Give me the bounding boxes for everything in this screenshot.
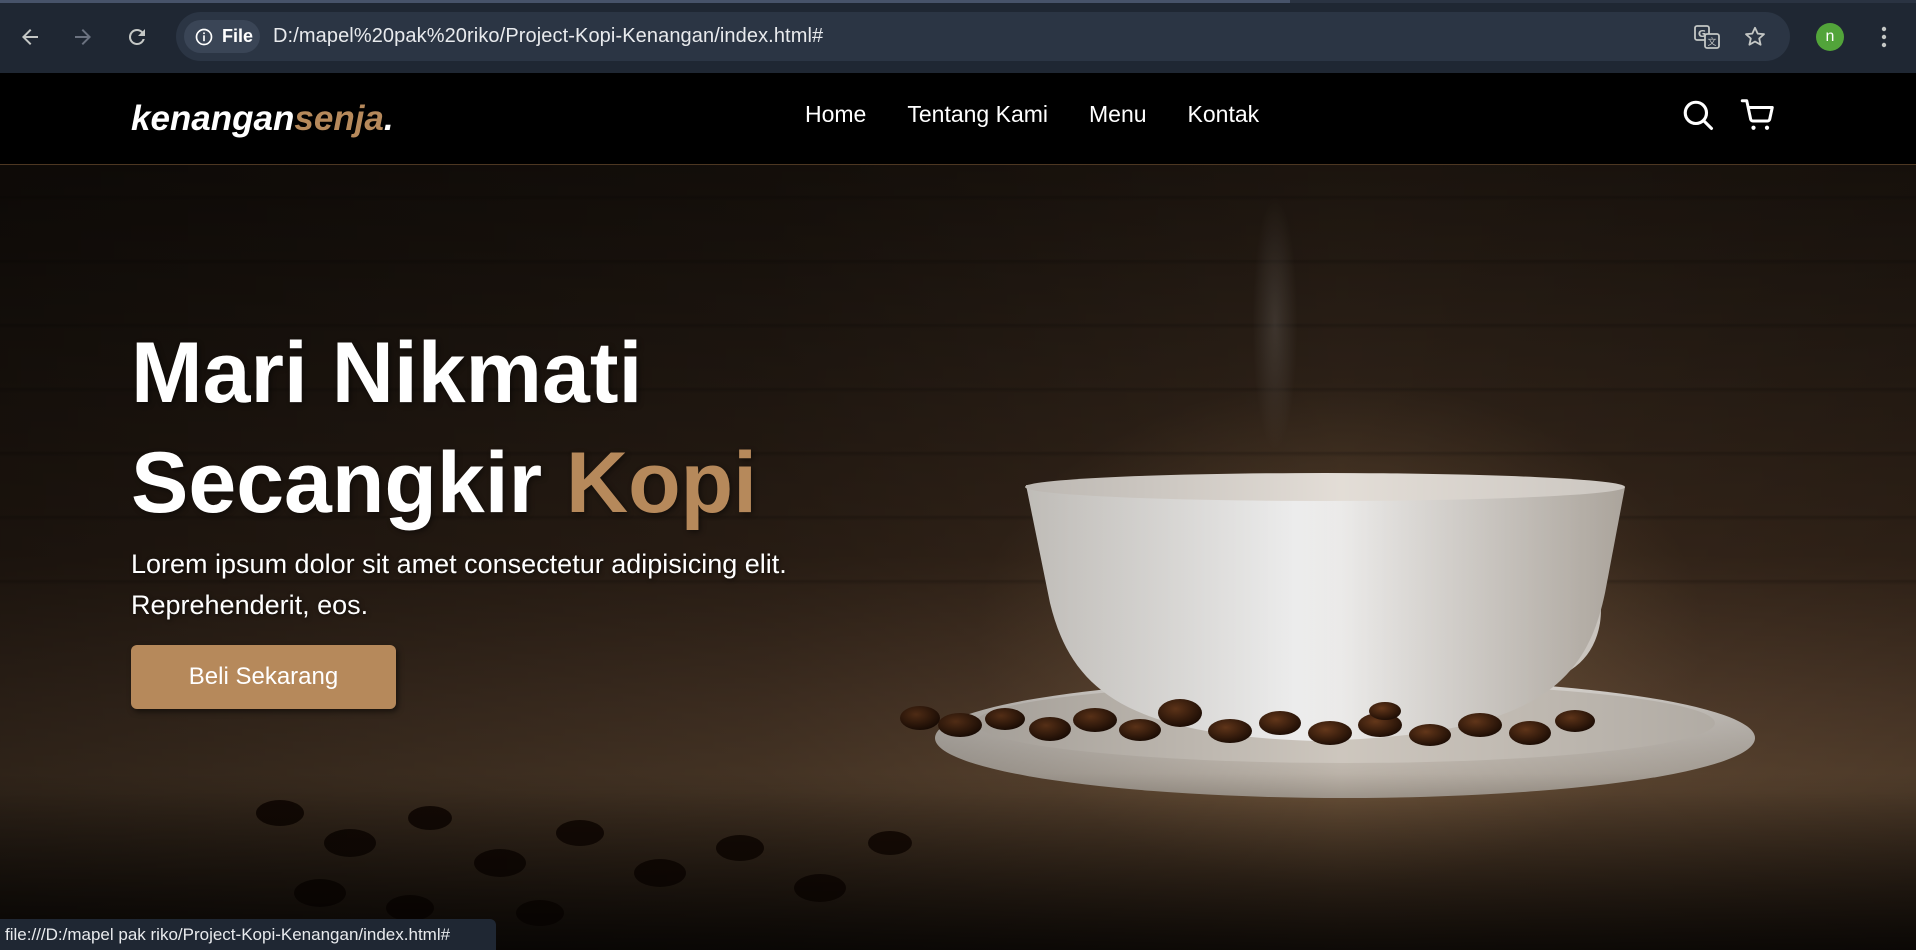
search-icon[interactable] [1680,97,1716,133]
svg-text:文: 文 [1707,36,1716,48]
shopping-cart-icon[interactable] [1740,97,1776,133]
address-bar[interactable]: File D:/mapel%20pak%20riko/Project-Kopi-… [176,12,1790,61]
logo-dot: . [383,99,394,138]
forward-button[interactable] [66,20,100,54]
page-viewport: Mari Nikmati Secangkir Kopi Lorem ipsum … [0,73,1916,950]
link-status-bubble: file:///D:/mapel pak riko/Project-Kopi-K… [0,919,496,950]
logo-accent: senja [294,99,384,138]
hero-description: Lorem ipsum dolor sit amet consectetur a… [131,549,787,620]
arrow-left-icon [22,29,38,45]
nav-link-tentang-kami[interactable]: Tentang Kami [907,101,1048,128]
hero-content: Mari Nikmati Secangkir Kopi Lorem ipsum … [131,318,1031,709]
buy-now-button[interactable]: Beli Sekarang [131,645,396,709]
site-chip-label: File [222,26,254,46]
nav-link-kontak[interactable]: Kontak [1188,101,1260,128]
tab-strip [0,0,1916,3]
profile-avatar[interactable]: n [1816,23,1844,51]
back-button[interactable] [13,20,47,54]
info-icon [195,28,213,45]
active-tab-indicator [0,0,1290,3]
site-info-chip[interactable]: File [184,20,260,53]
nav-links: Home Tentang Kami Menu Kontak [805,101,1300,128]
nav-icons [1680,97,1776,133]
nav-link-home[interactable]: Home [805,101,866,128]
logo-main: kenangan [131,99,295,138]
site-navbar: kenangansenja. Home Tentang Kami Menu Ko… [0,73,1916,165]
browser-menu-button[interactable] [1872,21,1896,53]
hero-title: Mari Nikmati Secangkir Kopi [131,318,1031,538]
hero-section: Mari Nikmati Secangkir Kopi Lorem ipsum … [0,73,1916,950]
url-text[interactable]: D:/mapel%20pak%20riko/Project-Kopi-Kenan… [273,25,823,48]
site-logo[interactable]: kenangansenja. [131,99,394,139]
bookmark-star-icon[interactable] [1742,24,1768,50]
hero-title-line2: Secangkir [131,435,566,531]
browser-toolbar: File D:/mapel%20pak%20riko/Project-Kopi-… [0,0,1916,73]
reload-button[interactable] [120,20,154,54]
translate-icon[interactable]: G 文 [1694,24,1720,50]
arrow-right-icon [75,29,91,45]
hero-title-accent: Kopi [566,435,758,531]
more-vertical-icon [1881,26,1887,48]
nav-link-menu[interactable]: Menu [1089,101,1147,128]
reload-icon [128,28,145,45]
hero-title-line1: Mari Nikmati [131,325,643,421]
